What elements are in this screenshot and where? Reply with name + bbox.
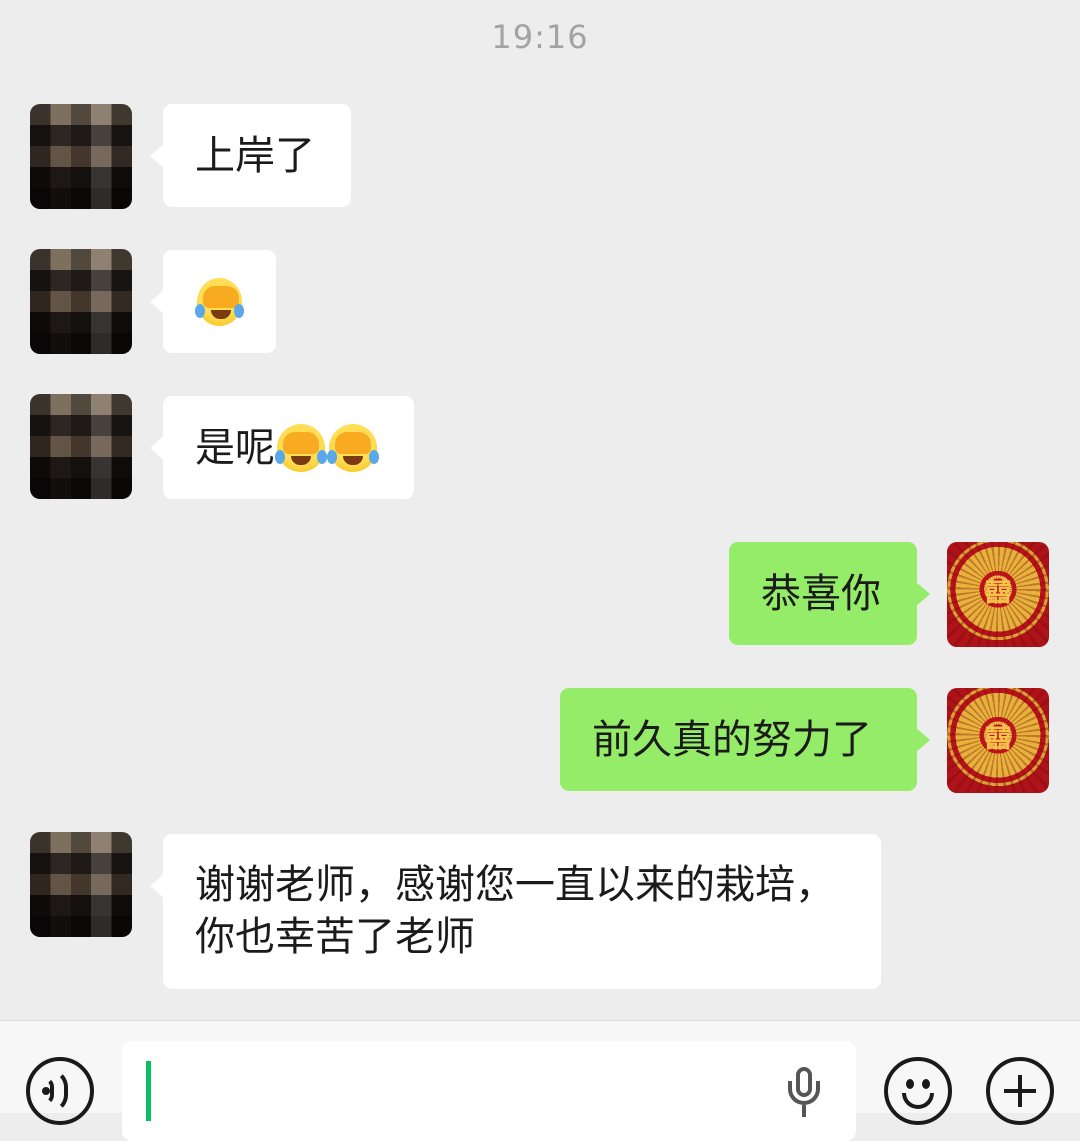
self-avatar[interactable] (947, 688, 1049, 793)
contact-avatar[interactable] (30, 394, 132, 499)
facepalm-laugh-emoji-icon (275, 423, 327, 472)
chat-input-bar (0, 1020, 1080, 1141)
message-input[interactable] (122, 1041, 856, 1141)
facepalm-laugh-emoji-icon (327, 423, 379, 472)
message-text: 前久真的努力了 (592, 716, 872, 763)
microphone-icon[interactable] (786, 1067, 822, 1127)
message-text: 恭喜你 (761, 570, 881, 617)
message-timestamp: 19:16 (491, 18, 589, 56)
facepalm-laugh-emoji-icon (195, 277, 244, 326)
contact-avatar[interactable] (30, 249, 132, 354)
outgoing-message-bubble[interactable]: 前久真的努力了 (560, 688, 930, 791)
smiley-icon[interactable] (884, 1057, 952, 1125)
voice-toggle-icon[interactable] (26, 1057, 94, 1125)
incoming-message-bubble[interactable] (150, 250, 276, 353)
message-text: 上岸了 (195, 132, 315, 179)
incoming-message-bubble[interactable]: 是呢 (150, 396, 414, 499)
contact-avatar[interactable] (30, 832, 132, 937)
chat-area: 19:16 上岸了 是呢 恭喜你 前久真的努力了 谢谢老师，感谢您一直以来的栽培… (0, 0, 1080, 1020)
message-text: 是呢 (195, 424, 275, 471)
message-text-line: 你也幸苦了老师 (195, 914, 475, 960)
outgoing-message-bubble[interactable]: 恭喜你 (729, 542, 930, 645)
contact-avatar[interactable] (30, 104, 132, 209)
incoming-message-bubble[interactable]: 谢谢老师，感谢您一直以来的栽培， 你也幸苦了老师 (150, 834, 881, 989)
message-text-line: 谢谢老师，感谢您一直以来的栽培， (195, 862, 835, 908)
plus-icon[interactable] (986, 1057, 1054, 1125)
incoming-message-bubble[interactable]: 上岸了 (150, 104, 351, 207)
text-cursor (146, 1061, 151, 1121)
self-avatar[interactable] (947, 542, 1049, 647)
